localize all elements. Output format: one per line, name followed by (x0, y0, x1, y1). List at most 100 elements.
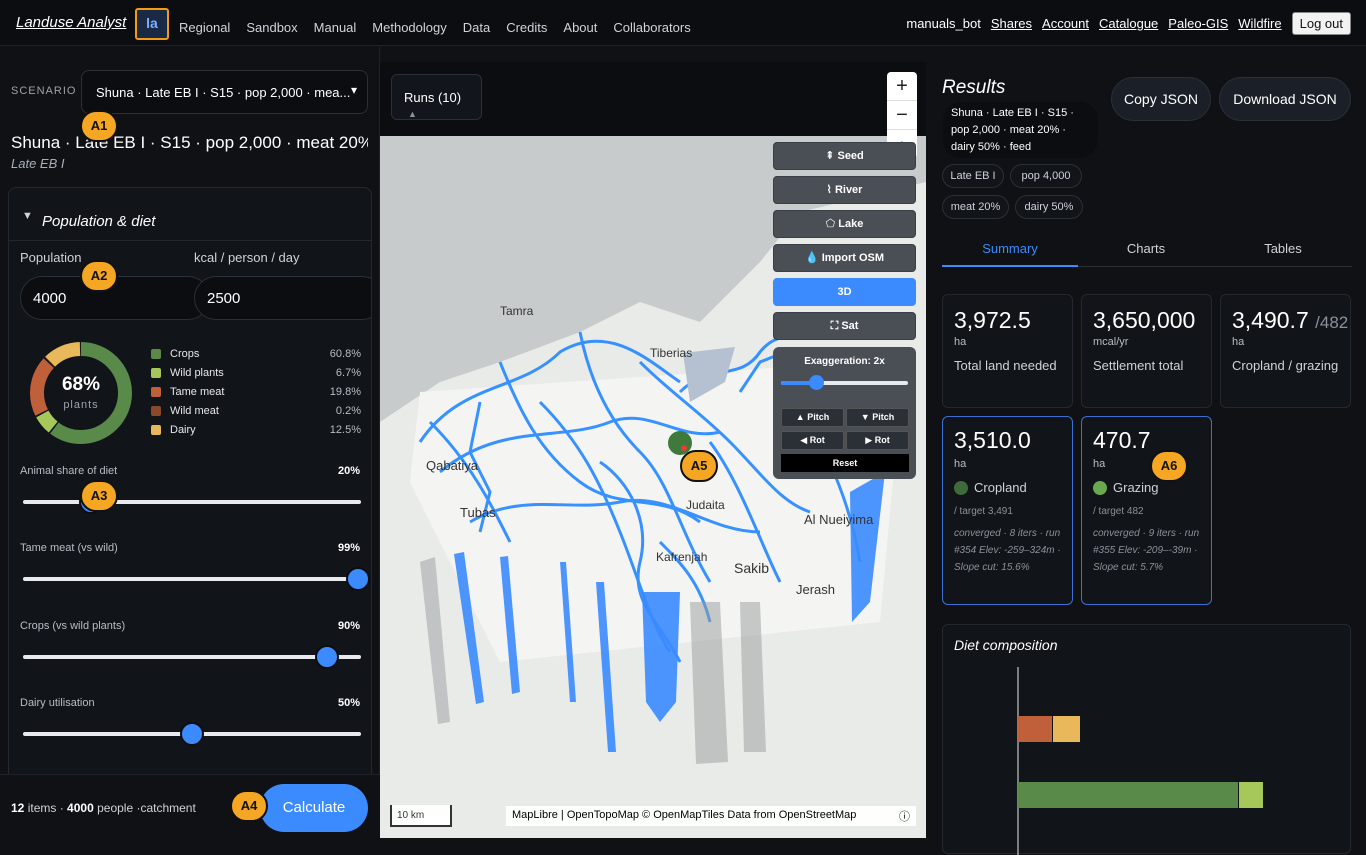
tab-tables[interactable]: Tables (1215, 241, 1351, 256)
import-osm-button[interactable]: 💧 Import OSM (773, 244, 916, 272)
chip-period: Late EB I (942, 164, 1004, 188)
nav-account[interactable]: Account (1042, 16, 1089, 31)
slider-dairy[interactable] (23, 722, 361, 746)
legend-row-tame-meat: Tame meat 19.8% (151, 385, 361, 404)
donut-percent: 68% (61, 374, 101, 395)
land-unit: ha (954, 458, 967, 470)
nav-paleo-gis[interactable]: Paleo-GIS (1168, 16, 1228, 31)
legend-row-wild-plants: Wild plants 6.7% (151, 366, 361, 385)
section-header[interactable]: ▼ Population & diet (9, 188, 371, 241)
nav-about[interactable]: About (563, 20, 597, 35)
slider-animal-share[interactable] (23, 490, 361, 514)
land-meta: converged · 8 iters · run #354 Elev: -25… (954, 528, 1061, 573)
runs-dropdown[interactable]: Runs (10) ▲ (391, 74, 482, 120)
nav-sandbox[interactable]: Sandbox (246, 20, 297, 35)
place-label: Qabatiya (426, 458, 479, 473)
legend-name: Tame meat (170, 386, 225, 398)
river-button[interactable]: ⌇ River (773, 176, 916, 204)
stat-unit: ha (954, 336, 967, 348)
legend-row-dairy: Dairy 12.5% (151, 423, 361, 442)
stat-unit: ha (1232, 336, 1245, 348)
legend-name: Wild meat (170, 405, 219, 417)
bar-dairy (1053, 716, 1080, 742)
exaggeration-label: Exaggeration: 2x (804, 356, 885, 367)
population-diet-card: ▼ Population & diet Population kcal / pe… (8, 187, 372, 827)
scenario-title: Shuna · Late EB I · S15 · pop 2,000 · me… (11, 133, 368, 152)
top-nav: Landuse Analyst la Regional Sandbox Manu… (0, 0, 1366, 46)
kcal-label: kcal / person / day (194, 250, 300, 265)
nav-collaborators[interactable]: Collaborators (613, 20, 690, 35)
land-target: / target 482 (1093, 506, 1144, 517)
brand-link[interactable]: Landuse Analyst (16, 14, 126, 31)
logout-button[interactable]: Log out (1291, 12, 1351, 35)
place-label: Sakib (734, 560, 770, 576)
land-card-cropland[interactable]: 3,510.0 ha Cropland / target 3,491 conve… (942, 416, 1073, 605)
slider-thumb[interactable] (809, 375, 824, 390)
population-label: Population (20, 250, 82, 265)
legend-row-crops: Crops 60.8% (151, 347, 361, 366)
left-panel: SCENARIO Shuna · Late EB I · S15 · pop 2… (0, 47, 380, 850)
slider-thumb[interactable] (315, 645, 340, 669)
nav-methodology[interactable]: Methodology (372, 20, 446, 35)
chevron-up-icon: ▲ (408, 109, 417, 119)
nav-shares[interactable]: Shares (991, 16, 1032, 31)
tab-summary[interactable]: Summary (942, 241, 1078, 256)
annotation-badge-a3: A3 (80, 480, 118, 512)
donut-label: plants (63, 399, 99, 411)
legend-value: 6.7% (335, 367, 361, 379)
scenario-select-value: Shuna · Late EB I · S15 · pop 2,000 · me… (96, 85, 351, 100)
chip-meat: meat 20% (942, 195, 1009, 219)
slider-crops[interactable] (23, 645, 361, 669)
zoom-in-button[interactable]: + (887, 72, 917, 101)
nav-regional[interactable]: Regional (179, 20, 230, 35)
exaggeration-slider[interactable] (781, 375, 908, 390)
attribution-text[interactable]: MapLibre | OpenTopoMap © OpenMapTiles Da… (512, 809, 856, 821)
land-meta: converged · 9 iters · run #355 Elev: -20… (1093, 528, 1200, 573)
nav-credits[interactable]: Credits (506, 20, 547, 35)
copy-json-button[interactable]: Copy JSON (1111, 77, 1211, 121)
land-name: Cropland (974, 480, 1027, 495)
stat-desc: Cropland / grazing (1232, 358, 1339, 373)
slider-label-animal-share: Animal share of diet (20, 465, 118, 477)
zoom-out-button[interactable]: − (887, 101, 917, 130)
slider-value-animal-share: 20% (337, 465, 360, 477)
nav-wildfire[interactable]: Wildfire (1238, 16, 1281, 31)
annotation-badge-a6: A6 (1150, 450, 1188, 482)
land-card-grazing[interactable]: 470.7 ha Grazing / target 482 converged … (1081, 416, 1212, 605)
slider-tame-meat[interactable] (23, 567, 370, 591)
download-json-button[interactable]: Download JSON (1219, 77, 1351, 121)
pitch-up-button[interactable]: ▲ Pitch (781, 408, 844, 427)
lake-button[interactable]: ⬠ Lake (773, 210, 916, 238)
seed-button[interactable]: ⇞ Seed (773, 142, 916, 170)
chip-dairy: dairy 50% (1015, 195, 1083, 219)
cropland-color-dot (954, 481, 968, 495)
satellite-button[interactable]: ⛶ Sat (773, 312, 916, 340)
nav-manual[interactable]: Manual (314, 20, 357, 35)
rotate-right-button[interactable]: ▶ Rot (846, 431, 909, 450)
3d-toggle-button[interactable]: 3D (773, 278, 916, 306)
pitch-down-button[interactable]: ▼ Pitch (846, 408, 909, 427)
nav-data[interactable]: Data (463, 20, 490, 35)
footer-items-label: items · (27, 801, 64, 815)
legend-value: 19.8% (329, 386, 361, 398)
place-label: Tiberias (650, 346, 693, 360)
calculate-button[interactable]: Calculate (260, 784, 368, 832)
info-icon[interactable]: ⓘ (899, 808, 910, 824)
scenario-select[interactable]: Shuna · Late EB I · S15 · pop 2,000 · me… (81, 70, 368, 114)
legend-name: Crops (170, 348, 200, 360)
land-name: Grazing (1113, 480, 1159, 495)
slider-thumb[interactable] (345, 567, 370, 591)
kcal-input[interactable]: 2500 (194, 276, 371, 320)
section-title: Population & diet (42, 213, 156, 230)
reset-button[interactable]: Reset (781, 454, 909, 472)
diet-composition-title: Diet composition (954, 637, 1058, 653)
slider-thumb[interactable] (180, 722, 204, 746)
tab-charts[interactable]: Charts (1078, 241, 1214, 256)
rotate-left-button[interactable]: ◀ Rot (781, 431, 844, 450)
nav-catalogue[interactable]: Catalogue (1099, 16, 1158, 31)
map-view[interactable]: Tamra Tiberias Qabatiya Tubas Kafrenjah … (380, 62, 926, 838)
stat-settlement: 3,650,000 mcal/yr Settlement total (1081, 294, 1212, 408)
grazing-color-dot (1093, 481, 1107, 495)
footer-people-label: people ·catchment (97, 801, 196, 815)
annotation-badge-a2: A2 (80, 260, 118, 292)
